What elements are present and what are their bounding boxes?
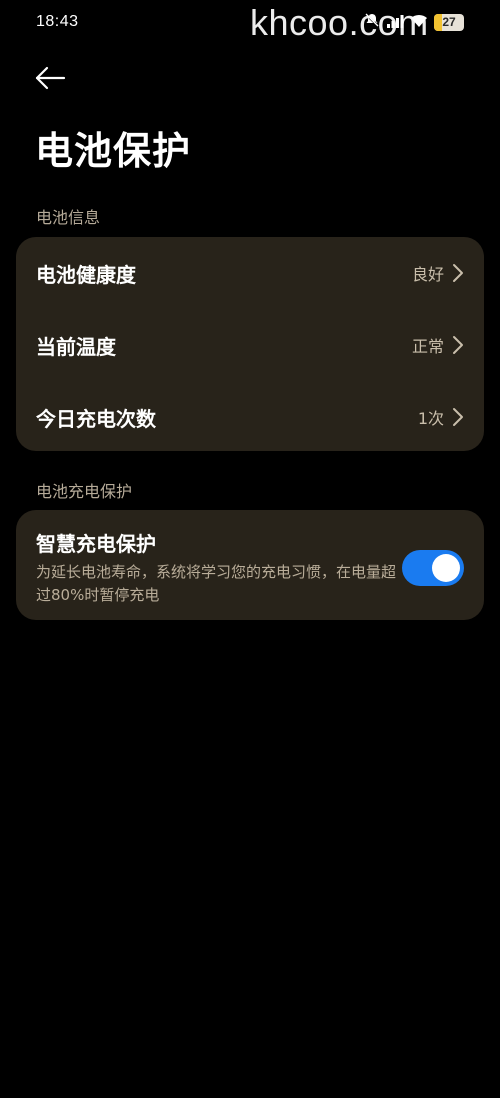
page-title: 电池保护 [35, 129, 192, 173]
row-current-temperature[interactable]: 当前温度 正常 [16, 309, 484, 381]
arrow-left-icon [35, 66, 66, 90]
smart-charge-title: 智慧充电保护 [36, 532, 156, 556]
smart-charge-description: 为延长电池寿命，系统将学习您的充电习惯，在电量超过80%时暂停充电 [36, 563, 397, 604]
toggle-knob [432, 553, 460, 582]
charge-protection-card: 智慧充电保护 为延长电池寿命，系统将学习您的充电习惯，在电量超过80%时暂停充电 [16, 510, 484, 620]
chevron-right-icon [453, 336, 463, 354]
battery-info-card: 电池健康度 良好 当前温度 正常 今日充电次数 1次 [16, 237, 484, 451]
row-value: 1次 [417, 409, 444, 428]
wifi-icon [410, 13, 428, 32]
row-value: 良好 [411, 265, 444, 284]
row-label: 电池健康度 [36, 262, 136, 287]
row-value: 正常 [411, 337, 444, 356]
row-label: 今日充电次数 [36, 406, 156, 431]
section-header-battery-info: 电池信息 [36, 208, 101, 227]
smart-charge-row[interactable]: 智慧充电保护 为延长电池寿命，系统将学习您的充电习惯，在电量超过80%时暂停充电 [16, 510, 484, 623]
smart-charge-text: 智慧充电保护 为延长电池寿命，系统将学习您的充电习惯，在电量超过80%时暂停充电 [36, 528, 402, 607]
status-bar: 18:43 27 [0, 0, 500, 48]
row-battery-health[interactable]: 电池健康度 良好 [16, 237, 484, 309]
battery-level: 27 [442, 15, 456, 29]
chevron-right-icon [453, 264, 463, 282]
row-charge-count[interactable]: 今日充电次数 1次 [16, 381, 484, 453]
status-icons: 27 [364, 12, 464, 32]
back-button[interactable] [32, 62, 68, 94]
mute-icon [364, 12, 380, 32]
section-header-charge-protection: 电池充电保护 [36, 482, 133, 501]
battery-icon: 27 [434, 13, 464, 31]
chevron-right-icon [453, 408, 463, 426]
battery-fill [434, 13, 443, 31]
smart-charge-toggle[interactable] [402, 549, 464, 586]
signal-icon [386, 13, 404, 32]
status-time: 18:43 [36, 13, 79, 30]
row-label: 当前温度 [36, 334, 116, 359]
